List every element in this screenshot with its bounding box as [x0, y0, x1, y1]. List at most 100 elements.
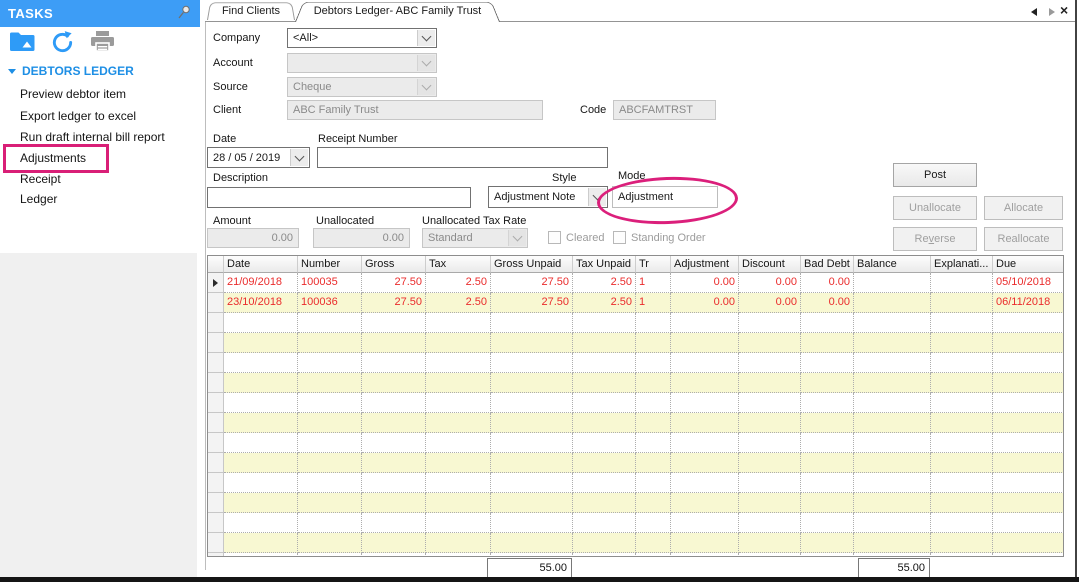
row-selector[interactable] — [208, 293, 224, 313]
table-cell[interactable] — [426, 513, 491, 533]
table-cell[interactable] — [801, 353, 854, 373]
table-cell[interactable] — [362, 533, 426, 553]
table-cell[interactable] — [573, 533, 636, 553]
table-cell[interactable] — [362, 333, 426, 353]
printer-icon[interactable] — [88, 30, 116, 54]
table-cell[interactable] — [854, 313, 931, 333]
table-cell[interactable] — [636, 373, 671, 393]
sidebar-item-ledger[interactable]: Ledger — [20, 192, 57, 206]
row-selector[interactable] — [208, 373, 224, 393]
table-cell[interactable]: 0.00 — [671, 273, 739, 293]
table-cell[interactable] — [362, 513, 426, 533]
table-cell[interactable] — [426, 313, 491, 333]
table-cell[interactable] — [671, 413, 739, 433]
table-cell[interactable] — [854, 453, 931, 473]
table-cell[interactable] — [854, 333, 931, 353]
row-selector[interactable] — [208, 353, 224, 373]
sidebar-item-receipt[interactable]: Receipt — [20, 172, 61, 186]
table-cell[interactable] — [573, 413, 636, 433]
date-select[interactable]: 28 / 05 / 2019 — [207, 147, 310, 168]
table-cell[interactable] — [491, 313, 573, 333]
table-cell[interactable] — [426, 433, 491, 453]
table-cell[interactable] — [739, 413, 801, 433]
table-cell[interactable] — [739, 353, 801, 373]
table-cell[interactable]: 2.50 — [426, 293, 491, 313]
table-cell[interactable] — [854, 493, 931, 513]
table-header-cell[interactable]: Adjustment — [671, 256, 739, 273]
tab-debtors-ledger[interactable]: Debtors Ledger- ABC Family Trust — [295, 0, 500, 22]
company-select[interactable]: <All> — [287, 28, 437, 48]
table-cell[interactable] — [224, 553, 298, 557]
table-cell[interactable] — [931, 493, 993, 513]
table-cell[interactable] — [426, 453, 491, 473]
table-cell[interactable]: 06/11/2018 — [993, 293, 1064, 313]
table-cell[interactable] — [671, 533, 739, 553]
tab-close-icon[interactable]: × — [1060, 2, 1068, 18]
table-cell[interactable] — [573, 513, 636, 533]
table-cell[interactable] — [931, 473, 993, 493]
table-header-cell[interactable]: Bad Debt — [801, 256, 854, 273]
standing-order-checkbox[interactable] — [613, 231, 626, 244]
table-cell[interactable] — [636, 493, 671, 513]
post-button[interactable]: Post — [893, 163, 977, 187]
table-cell[interactable] — [993, 393, 1064, 413]
table-cell[interactable] — [801, 453, 854, 473]
table-cell[interactable] — [491, 553, 573, 557]
table-cell[interactable] — [854, 413, 931, 433]
refresh-icon[interactable] — [48, 30, 76, 54]
row-selector[interactable] — [208, 553, 224, 557]
table-cell[interactable] — [993, 473, 1064, 493]
table-cell[interactable] — [671, 313, 739, 333]
table-cell[interactable] — [298, 353, 362, 373]
table-cell[interactable] — [801, 473, 854, 493]
table-cell[interactable] — [426, 493, 491, 513]
amount-field[interactable]: 0.00 — [207, 228, 299, 248]
table-cell[interactable] — [224, 453, 298, 473]
tab-find-clients[interactable]: Find Clients — [207, 1, 295, 20]
table-cell[interactable] — [491, 493, 573, 513]
table-cell[interactable]: 27.50 — [362, 293, 426, 313]
table-cell[interactable] — [739, 433, 801, 453]
sidebar-item-run-draft-internal-bill-report[interactable]: Run draft internal bill report — [20, 130, 165, 144]
table-header-cell[interactable]: Date — [224, 256, 298, 273]
table-cell[interactable] — [573, 333, 636, 353]
table-cell[interactable] — [298, 373, 362, 393]
table-cell[interactable] — [931, 333, 993, 353]
row-selector[interactable] — [208, 333, 224, 353]
table-cell[interactable] — [426, 413, 491, 433]
table-cell[interactable] — [801, 373, 854, 393]
table-cell[interactable] — [931, 433, 993, 453]
table-cell[interactable] — [671, 553, 739, 557]
tab-scroll-left-icon[interactable] — [1031, 8, 1037, 16]
description-input[interactable] — [207, 187, 471, 208]
table-cell[interactable] — [224, 473, 298, 493]
table-cell[interactable] — [426, 553, 491, 557]
table-cell[interactable] — [993, 553, 1064, 557]
table-cell[interactable] — [224, 433, 298, 453]
row-selector[interactable] — [208, 533, 224, 553]
row-selector[interactable] — [208, 453, 224, 473]
table-cell[interactable] — [298, 313, 362, 333]
row-selector[interactable] — [208, 313, 224, 333]
table-cell[interactable]: 2.50 — [573, 293, 636, 313]
unallocated-field[interactable]: 0.00 — [313, 228, 410, 248]
table-cell[interactable] — [636, 413, 671, 433]
table-cell[interactable] — [854, 373, 931, 393]
pin-icon[interactable] — [176, 4, 192, 23]
table-cell[interactable] — [993, 373, 1064, 393]
row-selector[interactable] — [208, 273, 224, 293]
table-cell[interactable] — [801, 333, 854, 353]
table-header-cell[interactable]: Gross Unpaid — [491, 256, 573, 273]
table-cell[interactable] — [224, 413, 298, 433]
table-cell[interactable] — [298, 493, 362, 513]
table-cell[interactable] — [931, 393, 993, 413]
table-cell[interactable] — [362, 493, 426, 513]
table-cell[interactable] — [362, 553, 426, 557]
table-cell[interactable]: 0.00 — [801, 293, 854, 313]
table-cell[interactable] — [298, 333, 362, 353]
open-folder-icon[interactable] — [8, 30, 36, 54]
table-cell[interactable] — [931, 293, 993, 313]
table-cell[interactable]: 100036 — [298, 293, 362, 313]
table-cell[interactable] — [993, 433, 1064, 453]
table-cell[interactable] — [739, 333, 801, 353]
